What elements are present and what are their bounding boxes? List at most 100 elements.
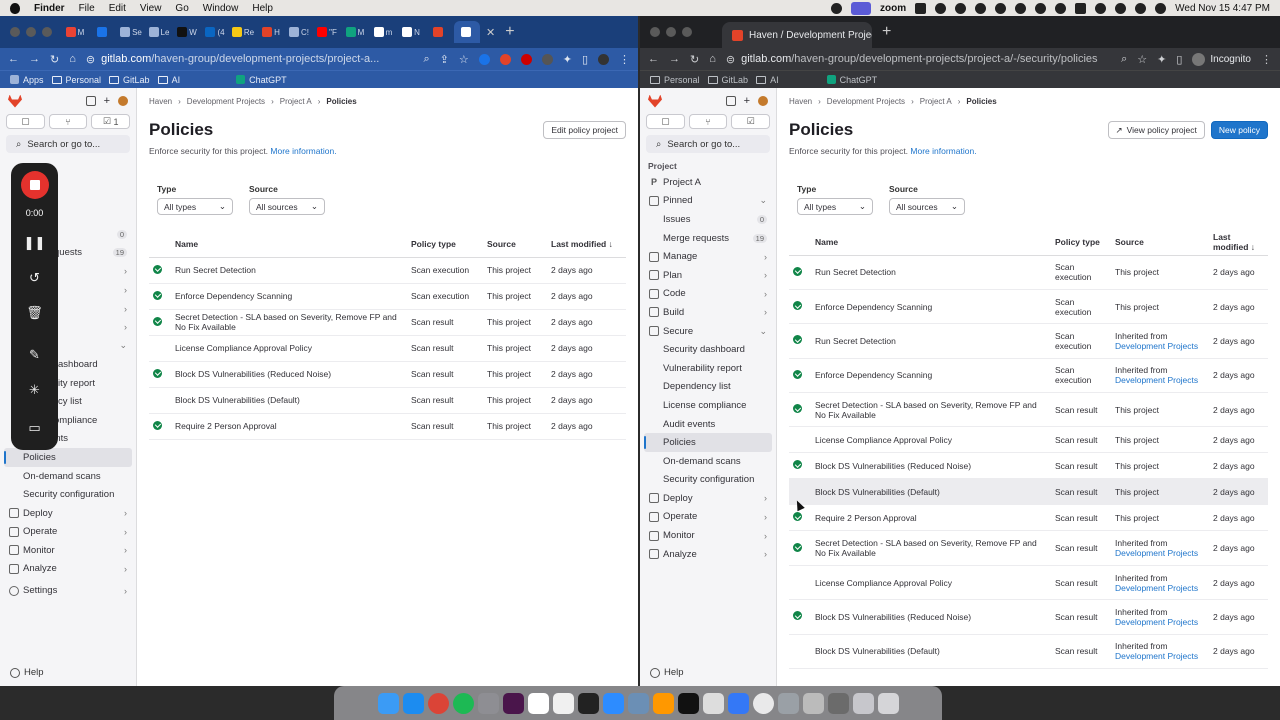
user-avatar[interactable]	[118, 96, 128, 106]
breadcrumb-item[interactable]: Haven	[149, 97, 172, 106]
policy-name[interactable]: Enforce Dependency Scanning	[811, 289, 1051, 325]
sidebar-item-audit-events[interactable]: Audit events	[640, 415, 776, 434]
zoom-search-icon[interactable]: ⌕	[1121, 53, 1127, 66]
zoom-share-icon[interactable]	[851, 1, 872, 15]
column-last-modified[interactable]: Last modified ↓	[1209, 229, 1268, 256]
browser-tab-active[interactable]: Haven / Development Projects ✕	[722, 22, 872, 48]
policy-name[interactable]: License Compliance Approval Policy	[171, 335, 407, 362]
notion-status-icon[interactable]	[915, 2, 927, 14]
home-icon[interactable]: ⌂	[69, 53, 76, 65]
trash-icon[interactable]: 🗑	[26, 303, 43, 323]
policy-name[interactable]: Require 2 Person Approval	[171, 413, 407, 440]
forward-icon[interactable]: →	[669, 53, 680, 65]
browser-tab[interactable]: M	[342, 21, 368, 43]
sidebar-item-deploy[interactable]: Deploy ›	[640, 489, 776, 508]
stop-recording-button[interactable]	[20, 171, 49, 199]
create-new-icon[interactable]: +	[744, 96, 750, 107]
zoom-window-icon[interactable]	[682, 27, 692, 37]
table-row[interactable]: Secret Detection - SLA based on Severity…	[149, 309, 626, 336]
breadcrumb-item[interactable]: Development Projects	[187, 97, 265, 106]
menubar-datetime[interactable]: Wed Nov 15 4:47 PM	[1175, 3, 1270, 14]
record-icon[interactable]	[1035, 2, 1047, 14]
pause-icon[interactable]: ❚❚	[24, 233, 46, 253]
source-filter-dropdown[interactable]: All sources ⌄	[249, 198, 325, 215]
sidebar-item-build[interactable]: Build ›	[640, 303, 776, 322]
reload-icon[interactable]: ↻	[50, 53, 59, 66]
browser-tab[interactable]: "F	[314, 21, 340, 43]
apple-icon[interactable]	[10, 2, 20, 14]
breadcrumb-item[interactable]: Project A	[920, 97, 952, 106]
app-dock-icon[interactable]	[727, 692, 749, 714]
github-status-icon[interactable]	[955, 2, 967, 14]
extensions-puzzle-icon[interactable]: ✦	[1157, 53, 1166, 66]
sidebar-item-deploy[interactable]: Deploy ›	[0, 504, 136, 523]
home-icon[interactable]: ⌂	[709, 53, 716, 65]
close-tab-icon[interactable]: ✕	[486, 26, 495, 39]
create-new-icon[interactable]: +	[104, 96, 110, 107]
sidepanel-icon[interactable]: ▯	[1176, 53, 1182, 66]
extension-icon[interactable]	[541, 53, 553, 65]
policy-name[interactable]: Block DS Vulnerabilities (Reduced Noise)	[811, 452, 1051, 480]
table-row[interactable]: Block DS Vulnerabilities (Default) Scan r…	[789, 478, 1268, 506]
search-icon[interactable]	[1115, 2, 1127, 14]
column-source[interactable]: Source	[483, 231, 547, 258]
sidebar-item-security-dashboard[interactable]: Security dashboard	[640, 340, 776, 359]
sidebar-item-pinned[interactable]: Pinned ⌄	[640, 192, 776, 211]
sidebar-item-operate[interactable]: Operate ›	[640, 508, 776, 527]
merge-requests-counter[interactable]: ⑂	[48, 114, 88, 129]
policy-name[interactable]: License Compliance Approval Policy	[811, 426, 1051, 454]
wifi-icon[interactable]	[1095, 2, 1107, 14]
browser-tab[interactable]: Le	[146, 21, 172, 43]
zoom-dock-icon[interactable]	[602, 692, 624, 714]
menu-file[interactable]: File	[79, 3, 95, 14]
menu-go[interactable]: Go	[175, 3, 188, 14]
policy-name[interactable]: Block DS Vulnerabilities (Reduced Noise)	[171, 361, 407, 388]
freeform-dock-icon[interactable]	[552, 692, 574, 714]
view-policy-project-button[interactable]: ↗ View policy project	[1107, 121, 1205, 139]
table-row[interactable]: Run Secret Detection Scan execution This p…	[789, 255, 1268, 290]
site-info-icon[interactable]: ⊜	[86, 53, 95, 66]
table-row[interactable]: Enforce Dependency Scanning Scan executio…	[149, 283, 626, 310]
gear-status-icon[interactable]	[831, 2, 843, 14]
sidebar-item-manage[interactable]: Manage ›	[640, 247, 776, 266]
sidebar-item-security-configuration[interactable]: Security configuration	[0, 485, 136, 504]
siri-icon[interactable]	[1155, 2, 1167, 14]
status-icon[interactable]	[975, 2, 987, 14]
breadcrumb-item[interactable]: Project A	[280, 97, 312, 106]
policy-name[interactable]: Enforce Dependency Scanning	[171, 283, 407, 310]
finder-dock-icon[interactable]	[377, 692, 399, 714]
edit-policy-project-button[interactable]: Edit policy project	[543, 121, 626, 139]
inherited-source-link[interactable]: Development Projects	[1115, 375, 1198, 385]
inherited-source-link[interactable]: Development Projects	[1115, 617, 1198, 627]
bookmark-chatgpt[interactable]: ChatGPT	[236, 75, 287, 85]
menu-edit[interactable]: Edit	[109, 3, 126, 14]
table-row[interactable]: Block DS Vulnerabilities (Default) Scan r…	[789, 634, 1268, 670]
zoom-window-icon[interactable]	[42, 27, 52, 37]
browser-tab[interactable]	[426, 21, 452, 43]
bookmark-apps[interactable]: Apps	[10, 75, 44, 85]
table-row[interactable]: Enforce Dependency Scanning Scan executio…	[789, 289, 1268, 325]
type-filter-dropdown[interactable]: All types ⌄	[157, 198, 233, 215]
more-menu-icon[interactable]: ⋮	[619, 53, 630, 66]
menu-help[interactable]: Help	[252, 3, 273, 14]
sidebar-item-monitor[interactable]: Monitor ›	[0, 541, 136, 560]
bookmark-ai[interactable]: AI	[756, 75, 779, 85]
table-row[interactable]: License Compliance Approval Policy Scan r…	[789, 565, 1268, 601]
collapse-sidebar-icon[interactable]	[85, 96, 96, 106]
more-information-link[interactable]: More information.	[270, 146, 336, 156]
issues-counter[interactable]: ▢	[646, 114, 685, 129]
policy-name[interactable]: Enforce Dependency Scanning	[811, 358, 1051, 394]
column-policy-type[interactable]: Policy type	[1051, 229, 1111, 256]
browser-tab[interactable]: Se	[118, 21, 144, 43]
url-field[interactable]: ⊜ gitlab.com/haven-group/development-pro…	[86, 53, 414, 66]
table-row[interactable]: Block DS Vulnerabilities (Reduced Noise)…	[149, 361, 626, 388]
browser-tab[interactable]: (4	[202, 21, 228, 43]
sidebar-item-license-compliance[interactable]: License compliance	[640, 396, 776, 415]
browser-tab[interactable]: M	[62, 21, 88, 43]
search-button[interactable]: ⌕ Search or go to...	[646, 135, 770, 153]
back-icon[interactable]: ←	[8, 53, 19, 65]
inherited-source-link[interactable]: Development Projects	[1115, 651, 1198, 661]
cloud-icon[interactable]	[995, 2, 1007, 14]
spotify-dock-icon[interactable]	[452, 692, 474, 714]
settings-dock-icon[interactable]	[477, 692, 499, 714]
